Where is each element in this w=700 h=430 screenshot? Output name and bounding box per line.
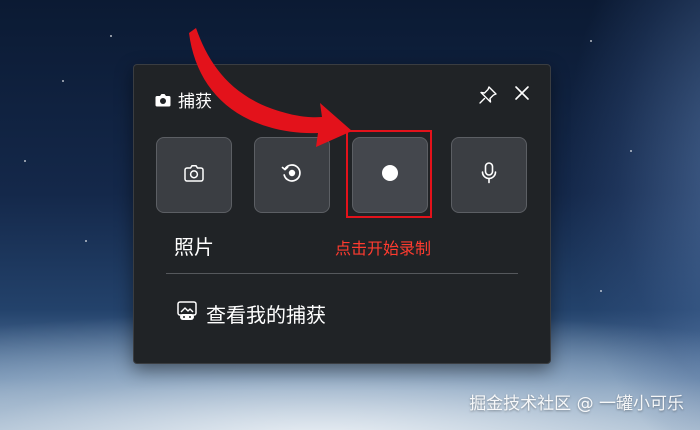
watermark: 掘金技术社区 @ 一罐小可乐	[469, 394, 684, 414]
mode-caption: 照片	[174, 235, 214, 259]
panel-title: 捕获	[178, 92, 212, 112]
gallery-icon	[176, 300, 198, 327]
camera-icon	[183, 163, 205, 187]
star	[600, 290, 602, 292]
microphone-icon	[479, 161, 499, 189]
pin-button[interactable]	[476, 85, 500, 109]
pin-icon	[478, 85, 498, 109]
view-captures-link[interactable]: 查看我的捕获	[176, 299, 326, 328]
star	[630, 150, 632, 152]
view-captures-label: 查看我的捕获	[206, 303, 326, 327]
close-icon	[514, 85, 530, 105]
record-last-button[interactable]	[254, 137, 330, 213]
star	[110, 35, 112, 37]
camera-icon	[154, 92, 172, 108]
highlight-box	[346, 130, 432, 218]
screenshot-button[interactable]	[156, 137, 232, 213]
capture-panel: 捕获 照片 点击开始录制 查看我的捕获	[133, 64, 551, 364]
close-button[interactable]	[510, 83, 534, 107]
microphone-button[interactable]	[451, 137, 527, 213]
star	[62, 80, 64, 82]
annotation-hint: 点击开始录制	[335, 239, 432, 258]
star	[24, 160, 26, 162]
star	[85, 240, 87, 242]
divider	[166, 273, 518, 274]
rewind-icon	[280, 161, 304, 189]
star	[590, 40, 592, 42]
panel-header: 捕获	[154, 87, 212, 112]
